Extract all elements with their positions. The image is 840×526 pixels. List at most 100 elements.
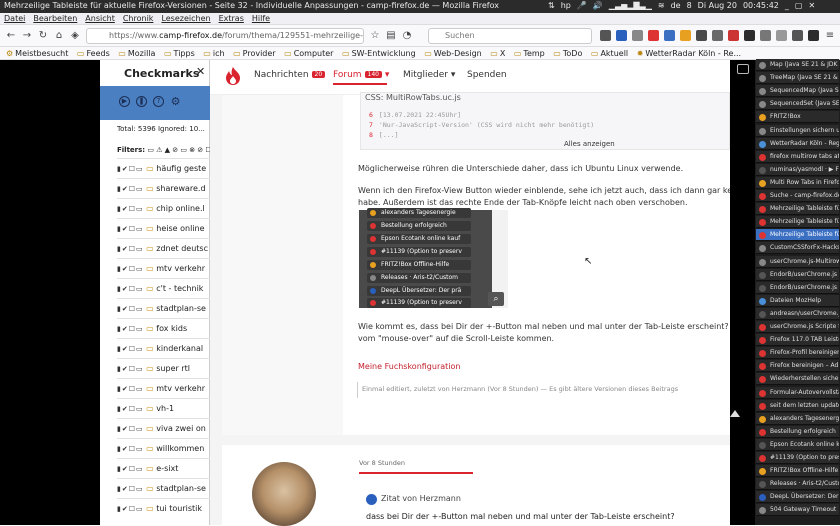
date-label[interactable]: Di Aug 20 — [698, 1, 737, 10]
search-input[interactable]: Suchen — [428, 28, 592, 44]
url-bar[interactable]: https://www.camp-firefox.de/forum/thema/… — [86, 28, 364, 44]
time-label[interactable]: 00:45:42 — [743, 1, 779, 10]
menu-bearbeiten[interactable]: Bearbeiten — [33, 13, 77, 25]
row-action-icons[interactable]: ▮✔☐▭ — [117, 205, 144, 213]
list-item[interactable]: ▮✔☐▭ ▭ chip online.l — [117, 198, 210, 218]
tab-item[interactable]: Firefox 117.0 TAB Leisten — [756, 334, 839, 347]
list-item[interactable]: ▮✔☐▭ ▭ super rtl — [117, 358, 210, 378]
tab-item[interactable]: Einstellungen sichern u — [756, 124, 839, 137]
quote-title[interactable]: Zitat von Herzmann — [381, 494, 461, 503]
tab-item[interactable]: CustomCSSforFx-Hacks — [756, 242, 839, 255]
bookmark-provider[interactable]: ▭ Provider — [233, 47, 276, 59]
list-item[interactable]: ▮✔☐▭ ▭ mtv verkehr — [117, 378, 210, 398]
tab-item[interactable]: Firefox bereinigen – Ad — [756, 360, 839, 373]
extension-icon[interactable]: ◈ — [68, 29, 82, 43]
tab-item[interactable]: Mehrzeilige Tableiste für — [756, 229, 839, 242]
tab-item[interactable]: SequencedMap (Java SE 21 — [756, 85, 839, 98]
menu-extras[interactable]: Extras — [219, 13, 244, 25]
camp-firefox-logo-icon[interactable] — [225, 67, 241, 85]
row-action-icons[interactable]: ▮✔☐▭ — [117, 225, 144, 233]
row-action-icons[interactable]: ▮✔☐▭ — [117, 405, 144, 413]
addon-icon[interactable] — [680, 30, 691, 41]
library-icon[interactable] — [600, 30, 611, 41]
help-icon[interactable]: ? — [153, 96, 164, 107]
row-action-icons[interactable]: ▮✔☐▭ — [117, 505, 144, 513]
nav-spenden[interactable]: Spenden — [467, 70, 507, 80]
bookmark-feeds[interactable]: ▭ Feeds — [77, 47, 110, 59]
language-indicator[interactable]: de — [671, 1, 681, 10]
puzzle-icon[interactable] — [776, 30, 787, 41]
hamburger-menu-icon[interactable]: ≡ — [823, 29, 837, 43]
tab-item[interactable]: Firefox-Profil bereinigen — [756, 347, 839, 360]
tab-item[interactable]: firefox multirow tabs at C — [756, 150, 839, 163]
row-action-icons[interactable]: ▮✔☐▭ — [117, 465, 144, 473]
play-icon[interactable]: ▶ — [119, 96, 130, 107]
row-action-icons[interactable]: ▮✔☐▭ — [117, 285, 144, 293]
bookmark-wetterradar[interactable]: ✹ WetterRadar Köln - Re... — [637, 47, 741, 59]
hp-icon[interactable]: hp — [561, 1, 571, 10]
tab-item[interactable]: Epson Ecotank online kau — [756, 438, 839, 451]
tab-item[interactable]: Mehrzeilige Tableiste für — [756, 216, 839, 229]
tab-item[interactable]: userChrome.js-Multirow — [756, 255, 839, 268]
menu-datei[interactable]: Datei — [4, 13, 25, 25]
tab-item[interactable]: Mehrzeilige Tableiste für — [756, 203, 839, 216]
minimize-icon[interactable]: _ — [785, 1, 789, 10]
list-item[interactable]: ▮✔☐▭ ▭ c't - technik — [117, 278, 210, 298]
list-item[interactable]: ▮✔☐▭ ▭ tui touristik — [117, 498, 210, 518]
tab-item[interactable]: alexanders Tagesenergie — [756, 412, 839, 425]
sidebar-toggle-icon[interactable] — [616, 30, 627, 41]
tab-item[interactable]: WetterRadar Köln - Rege — [756, 137, 839, 150]
tab-item[interactable]: TreeMap (Java SE 21 & JD — [756, 72, 839, 85]
tab-item[interactable]: DeepL Übersetzer: Der pr — [756, 491, 839, 504]
tab-manager-icon[interactable] — [664, 30, 675, 41]
camera-icon[interactable] — [737, 64, 749, 74]
post-screenshot-image[interactable]: alexanders Tagesenergie Bestellung erfol… — [359, 208, 492, 308]
row-action-icons[interactable]: ▮✔☐▭ — [117, 485, 144, 493]
home-icon[interactable]: ⌂ — [52, 29, 66, 43]
speaker-icon[interactable]: 🔊 — [593, 1, 603, 10]
menu-chronik[interactable]: Chronik — [123, 13, 154, 25]
row-action-icons[interactable]: ▮✔☐▭ — [117, 165, 144, 173]
account-icon[interactable] — [792, 30, 803, 41]
signature-link[interactable]: Meine Fuchskonfiguration — [358, 362, 460, 371]
back-icon[interactable]: ← — [4, 29, 18, 43]
tab-item[interactable]: FRITZ!Box Offline-Hilfe — [756, 465, 839, 478]
row-action-icons[interactable]: ▮✔☐▭ — [117, 245, 144, 253]
row-action-icons[interactable]: ▮✔☐▭ — [117, 445, 144, 453]
pocket-icon[interactable]: ◔ — [400, 29, 414, 43]
show-all-link[interactable]: Alles anzeigen — [564, 140, 615, 148]
tab-item[interactable]: Formular-Autovervollstän — [756, 386, 839, 399]
tab-item[interactable]: EndorB/userChrome.js — [756, 268, 839, 281]
bookmark-tipps[interactable]: ▭ Tipps — [164, 47, 195, 59]
tab-item[interactable]: Map (Java SE 21 & JDK 21) — [756, 59, 839, 71]
menu-hilfe[interactable]: Hilfe — [252, 13, 270, 25]
tab-item[interactable]: FRITZ!Box — [756, 111, 839, 124]
bookmark-sw-entwicklung[interactable]: ▭ SW-Entwicklung — [342, 47, 416, 59]
tab-item[interactable]: Wiederherstellen sicher — [756, 373, 839, 386]
bookmark-ich[interactable]: ▭ ich — [203, 47, 224, 59]
tab-item[interactable]: numinas/yasmodl · ▶ F1 — [756, 163, 839, 176]
row-action-icons[interactable]: ▮✔☐▭ — [117, 305, 144, 313]
menu-lesezeichen[interactable]: Lesezeichen — [161, 13, 210, 25]
nav-nachrichten[interactable]: Nachrichten 20 — [254, 70, 326, 80]
network-icon[interactable]: ⇅ — [548, 1, 555, 10]
menu-ansicht[interactable]: Ansicht — [85, 13, 115, 25]
list-item[interactable]: ▮✔☐▭ ▭ e-sixt — [117, 458, 210, 478]
tab-item[interactable]: Dateien MozHelp — [756, 294, 839, 307]
ublock-icon[interactable] — [648, 30, 659, 41]
row-action-icons[interactable]: ▮✔☐▭ — [117, 425, 144, 433]
tab-item[interactable]: Bestellung erfolgreich — [756, 425, 839, 438]
close-window-icon[interactable]: ✕ — [808, 1, 815, 10]
row-action-icons[interactable]: ▮✔☐▭ — [117, 265, 144, 273]
list-item[interactable]: ▮✔☐▭ ▭ shareware.d — [117, 178, 210, 198]
row-action-icons[interactable]: ▮✔☐▭ — [117, 385, 144, 393]
row-action-icons[interactable]: ▮✔☐▭ — [117, 185, 144, 193]
overflow-icon[interactable] — [808, 30, 819, 41]
settings-gear-icon[interactable]: ⚙ — [170, 96, 181, 107]
list-item[interactable]: ▮✔☐▭ ▭ vh-1 — [117, 398, 210, 418]
list-item[interactable]: ▮✔☐▭ ▭ stadtplan-se — [117, 298, 210, 318]
mic-icon[interactable]: 🎤 — [577, 1, 587, 10]
tab-item[interactable]: Releases · Aris-t2/Custo — [756, 478, 839, 491]
maximize-icon[interactable]: ▢ — [795, 1, 803, 10]
list-item[interactable]: ▮✔☐▭ ▭ viva zwei on — [117, 418, 210, 438]
